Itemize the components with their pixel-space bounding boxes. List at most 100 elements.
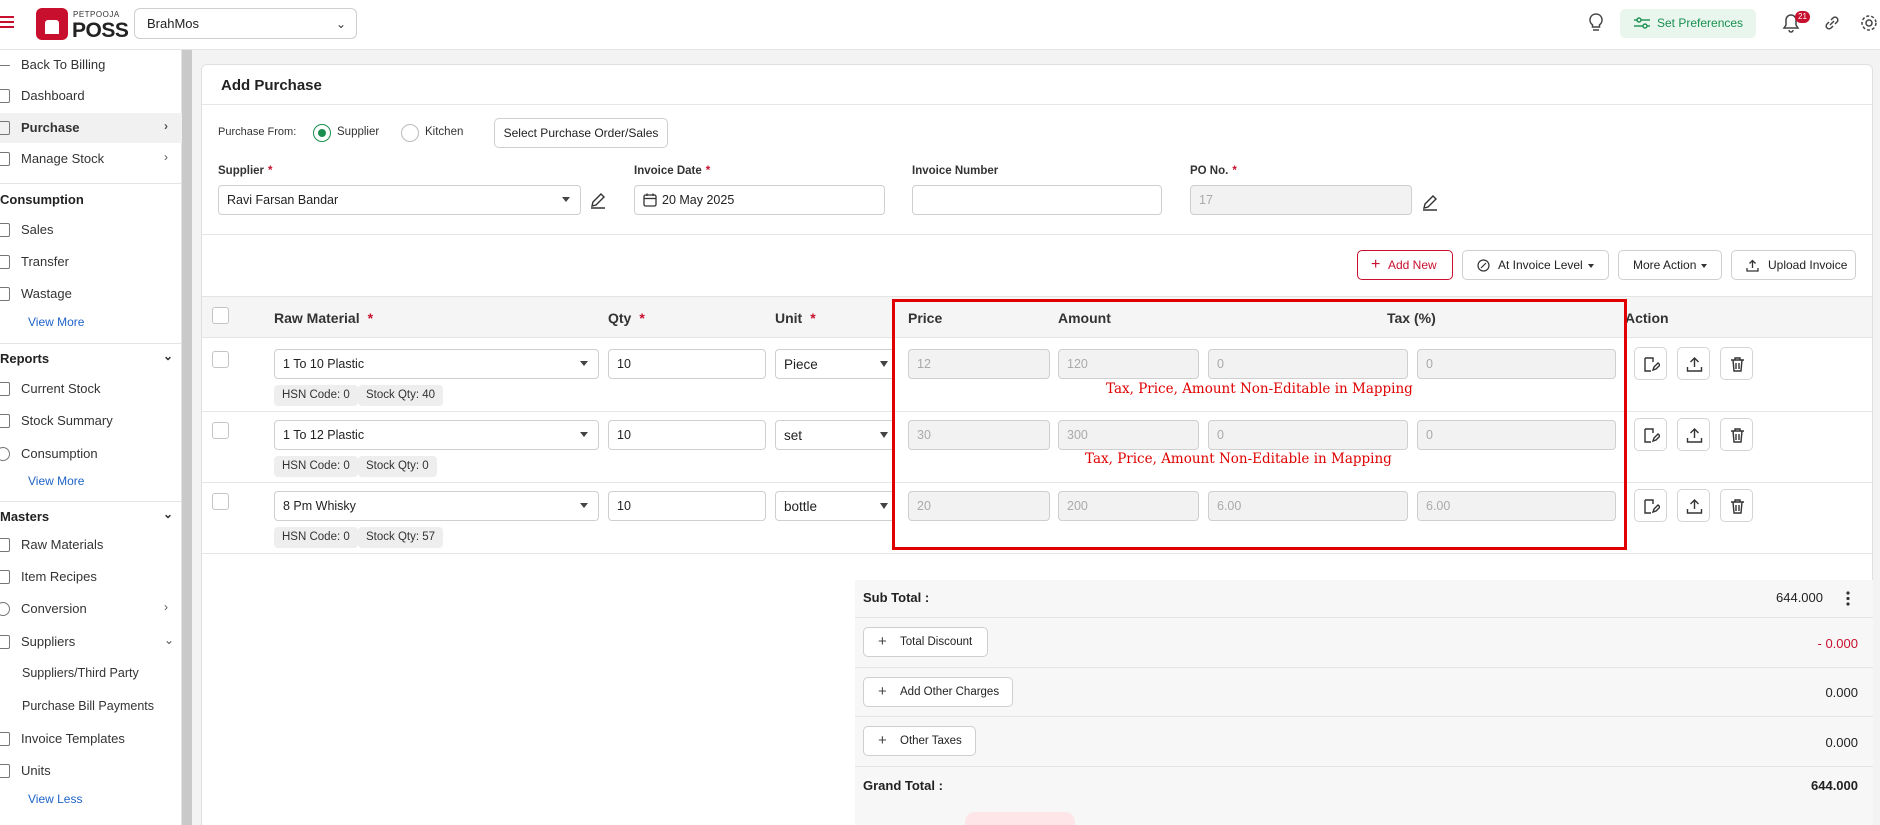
sidebar-item-current-stock[interactable]: Current Stock [0, 374, 182, 404]
sidebar-item-conversion[interactable]: Conversion › [0, 594, 182, 624]
supplier-select[interactable]: Ravi Farsan Bandar [218, 185, 581, 215]
qty-input[interactable]: 10 [608, 349, 766, 379]
row-checkbox[interactable] [212, 422, 229, 439]
hsn-code-chip: HSN Code: 0 [274, 527, 358, 548]
menu-icon[interactable] [0, 16, 14, 30]
upload-row-button[interactable] [1677, 347, 1710, 380]
po-number-input: 17 [1190, 185, 1412, 215]
supplier-field-label: Supplier * [218, 165, 273, 177]
box-icon [0, 538, 10, 552]
delete-row-button[interactable] [1720, 489, 1753, 522]
sidebar-item-sales[interactable]: Sales [0, 215, 182, 245]
back-arrow-icon [0, 65, 10, 66]
invoice-date-label: Invoice Date * [634, 165, 711, 177]
supplier-radio[interactable] [313, 124, 331, 142]
unit-value: bottle [784, 499, 818, 514]
upload-row-button[interactable] [1677, 489, 1710, 522]
unit-select[interactable]: bottle [775, 491, 895, 521]
view-less-link[interactable]: View Less [28, 792, 82, 806]
invoice-number-input[interactable] [912, 185, 1162, 215]
unit-select[interactable]: Piece [775, 349, 895, 379]
qty-input[interactable]: 10 [608, 420, 766, 450]
outlet-value: BrahMos [147, 16, 200, 31]
sidebar-item-suppliers[interactable]: Suppliers ⌄ [0, 627, 182, 657]
supplier-icon [0, 635, 10, 649]
sidebar-item-wastage[interactable]: Wastage [0, 279, 182, 309]
row-checkbox[interactable] [212, 351, 229, 368]
grand-total-label: Grand Total : [863, 778, 943, 793]
select-purchase-order-button[interactable]: Select Purchase Order/Sales [494, 118, 668, 148]
chevron-right-icon: › [164, 150, 168, 164]
plus-icon: + [1371, 256, 1381, 273]
edit-row-button[interactable] [1634, 489, 1667, 522]
gear-icon[interactable] [1860, 14, 1878, 32]
sub-total-value: 644.000 [1776, 590, 1823, 605]
raw-material-select[interactable]: 1 To 10 Plastic [274, 349, 599, 379]
select-all-checkbox[interactable] [212, 307, 229, 324]
add-other-charges-button[interactable]: + Add Other Charges [863, 677, 1013, 707]
invoice-level-dropdown[interactable]: At Invoice Level [1462, 250, 1609, 280]
brand-logo: PETPOOJA POSS [36, 6, 129, 44]
sidebar-item-stock-summary[interactable]: Stock Summary [0, 406, 182, 436]
edit-icon[interactable] [589, 191, 607, 209]
sidebar-item-item-recipes[interactable]: Item Recipes [0, 562, 182, 592]
set-preferences-button[interactable]: Set Preferences [1620, 9, 1756, 38]
edit-row-button[interactable] [1634, 418, 1667, 451]
sidebar-sub-purchase-bill-payments[interactable]: Purchase Bill Payments [22, 699, 154, 713]
supplier-value: Ravi Farsan Bandar [227, 193, 339, 207]
unit-select[interactable]: set [775, 420, 895, 450]
other-taxes-value: 0.000 [1825, 735, 1858, 750]
upload-row-button[interactable] [1677, 418, 1710, 451]
more-action-dropdown[interactable]: More Action [1618, 250, 1722, 280]
column-qty: Qty * [608, 310, 645, 326]
delete-row-button[interactable] [1720, 347, 1753, 380]
template-icon [0, 732, 10, 746]
units-icon [0, 764, 10, 778]
view-more-link[interactable]: View More [28, 315, 84, 329]
calendar-icon [643, 193, 657, 207]
chevron-down-icon: ⌄ [335, 17, 346, 31]
sidebar-section-masters[interactable]: Masters ⌄ [0, 504, 182, 528]
qty-input[interactable]: 10 [608, 491, 766, 521]
sidebar-item-dashboard[interactable]: Dashboard [0, 81, 182, 111]
other-charges-value: 0.000 [1825, 685, 1858, 700]
stock-qty-chip: Stock Qty: 57 [358, 527, 444, 548]
caret-down-icon [562, 197, 570, 202]
sidebar-sub-suppliers-third-party[interactable]: Suppliers/Third Party [22, 666, 139, 680]
section-divider [202, 234, 1872, 235]
sidebar-item-invoice-templates[interactable]: Invoice Templates [0, 724, 182, 754]
total-discount-button[interactable]: + Total Discount [863, 627, 988, 657]
sidebar-scrollbar[interactable] [182, 50, 192, 825]
column-raw-material: Raw Material * [274, 310, 374, 326]
set-preferences-label: Set Preferences [1657, 16, 1744, 30]
title-divider [202, 104, 1872, 105]
outlet-select[interactable]: BrahMos ⌄ [134, 8, 357, 39]
edit-row-button[interactable] [1634, 347, 1667, 380]
row-checkbox[interactable] [212, 493, 229, 510]
other-taxes-button[interactable]: + Other Taxes [863, 726, 976, 756]
sidebar-item-back-to-billing[interactable]: Back To Billing [0, 50, 182, 80]
view-more-link[interactable]: View More [28, 474, 84, 488]
sidebar-item-units[interactable]: Units [0, 756, 182, 786]
sidebar-item-raw-materials[interactable]: Raw Materials [0, 530, 182, 560]
trash-icon [1731, 357, 1744, 372]
sidebar-item-purchase[interactable]: Purchase › [0, 113, 182, 143]
sidebar-section-reports[interactable]: Reports ⌄ [0, 346, 182, 370]
other-taxes-label: Other Taxes [900, 735, 962, 747]
kitchen-radio[interactable] [401, 124, 419, 142]
sidebar-item-transfer[interactable]: Transfer [0, 247, 182, 277]
raw-material-select[interactable]: 1 To 12 Plastic [274, 420, 599, 450]
raw-material-select[interactable]: 8 Pm Whisky [274, 491, 599, 521]
sidebar-item-manage-stock[interactable]: Manage Stock › [0, 144, 182, 174]
edit-icon[interactable] [1421, 193, 1439, 211]
upload-invoice-button[interactable]: Upload Invoice [1731, 250, 1856, 280]
link-icon[interactable] [1823, 14, 1841, 32]
invoice-date-input[interactable]: 20 May 2025 [634, 185, 885, 215]
add-new-button[interactable]: + Add New [1357, 250, 1453, 280]
lightbulb-icon[interactable] [1586, 12, 1606, 34]
kebab-menu-icon[interactable] [1845, 590, 1851, 607]
sidebar-item-consumption[interactable]: Consumption [0, 439, 182, 469]
chevron-down-icon: ⌄ [164, 633, 175, 647]
delete-row-button[interactable] [1720, 418, 1753, 451]
payment-type-toggle[interactable] [965, 812, 1075, 825]
